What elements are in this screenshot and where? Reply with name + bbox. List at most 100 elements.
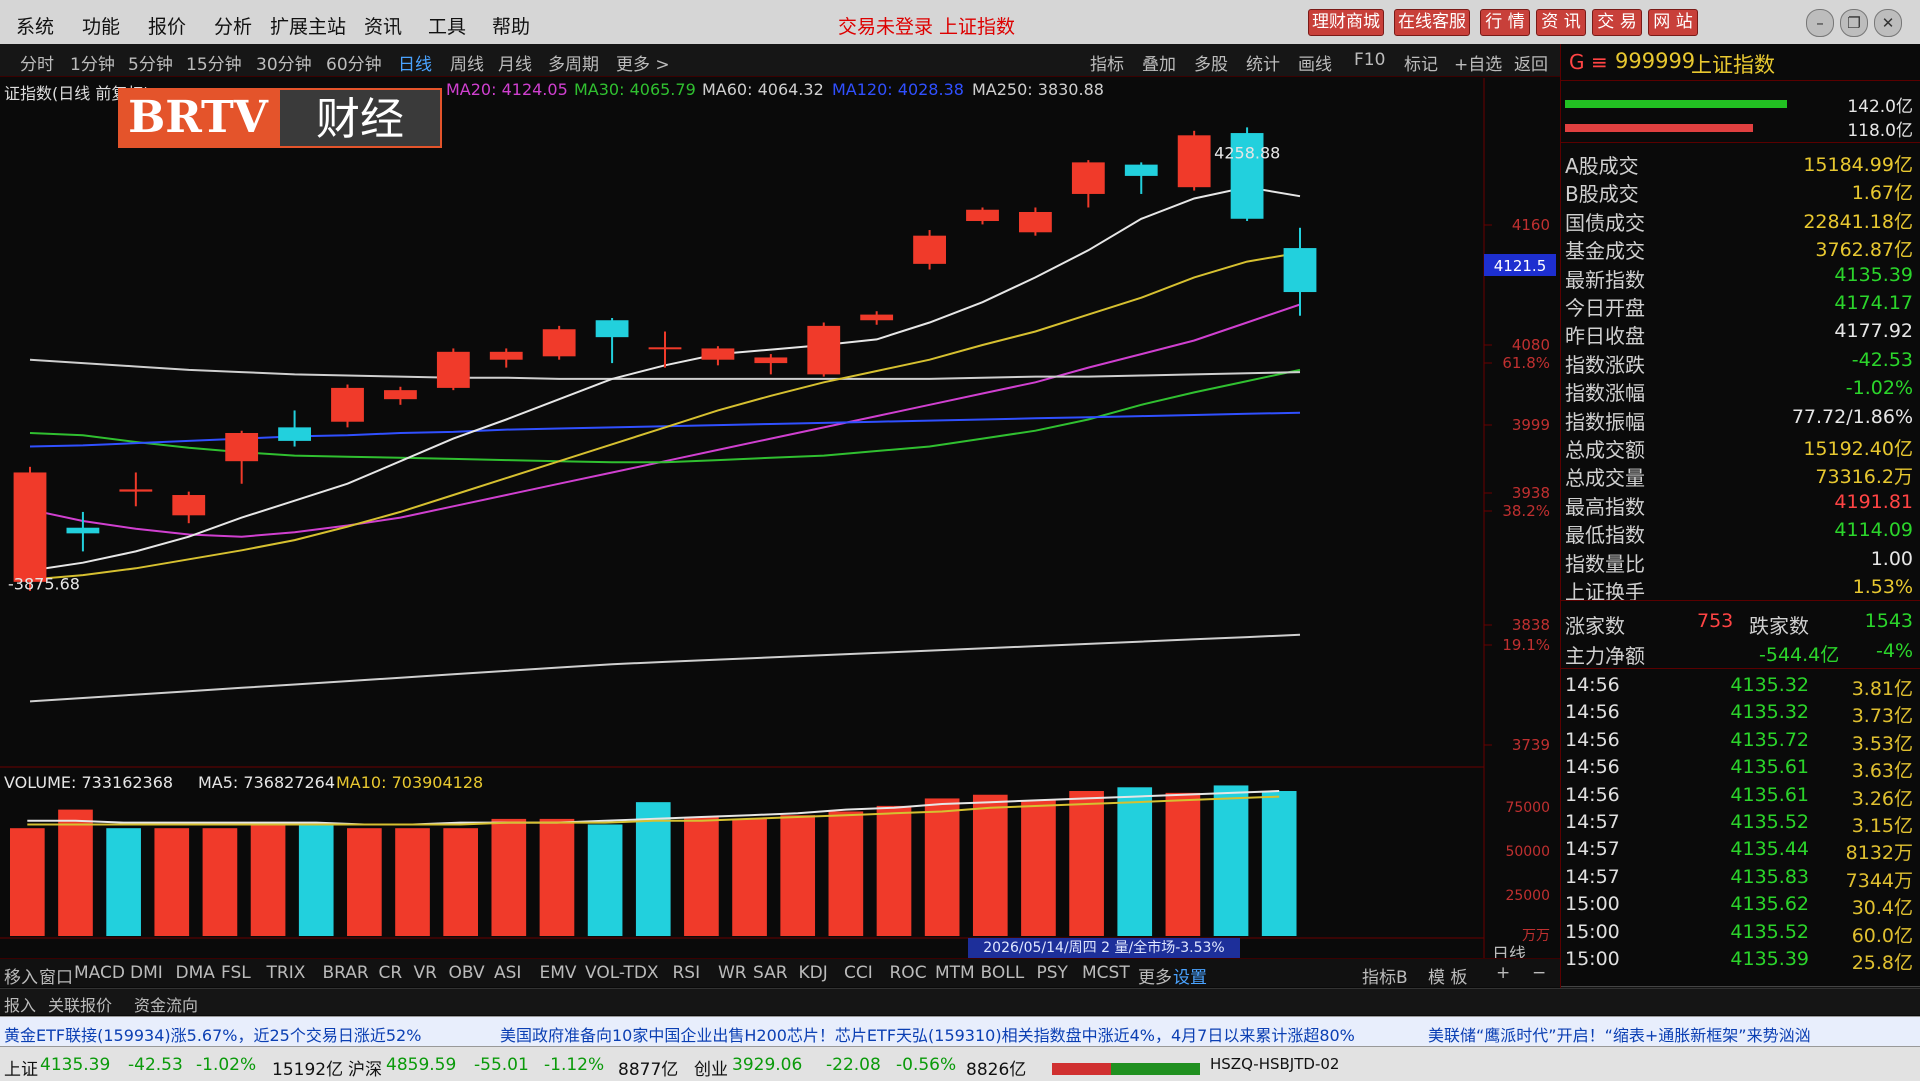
indicator-tab[interactable]: VR bbox=[414, 963, 437, 983]
tool-draw[interactable]: 画线 bbox=[1298, 50, 1332, 75]
indicator-tab[interactable]: ASI bbox=[494, 963, 521, 983]
tab-related-quotes[interactable]: 关联报价 bbox=[48, 992, 112, 1016]
volume-bar bbox=[1213, 785, 1249, 936]
indicator-tab[interactable]: 设置 bbox=[1173, 963, 1207, 988]
period-1min[interactable]: 1分钟 bbox=[70, 50, 115, 75]
indicator-tab[interactable]: OBV bbox=[449, 963, 485, 983]
market-button[interactable]: 行 情 bbox=[1480, 9, 1530, 36]
tool-back[interactable]: 返回 bbox=[1514, 50, 1548, 75]
tick-row: 14:57 4135.52 3.15亿 bbox=[1561, 811, 1920, 837]
indicator-tab[interactable]: WR bbox=[718, 963, 747, 983]
indicator-tab[interactable]: FSL bbox=[221, 963, 251, 983]
tool-indicator[interactable]: 指标 bbox=[1090, 50, 1124, 75]
minimize-icon[interactable]: – bbox=[1806, 9, 1834, 37]
tick-price: 4135.39 bbox=[1730, 948, 1809, 970]
indicator-tab[interactable]: PSY bbox=[1037, 963, 1068, 983]
menu-icon[interactable]: ≡ bbox=[1591, 50, 1608, 74]
indicator-tool[interactable]: 指标B bbox=[1362, 963, 1408, 988]
tick-row: 14:56 4135.72 3.53亿 bbox=[1561, 729, 1920, 755]
indicator-tool[interactable]: − bbox=[1532, 963, 1546, 983]
tab-fund-flow[interactable]: 资金流向 bbox=[134, 992, 198, 1016]
period-15min[interactable]: 15分钟 bbox=[186, 50, 242, 75]
info-button[interactable]: 资 讯 bbox=[1536, 9, 1586, 36]
indicator-tab[interactable]: BRAR bbox=[323, 963, 369, 983]
period-monthly[interactable]: 月线 bbox=[498, 50, 532, 75]
tick-amount: 3.26亿 bbox=[1851, 787, 1913, 810]
menu-analysis[interactable]: 分析 bbox=[214, 12, 252, 39]
ticker-item[interactable]: 美联储“鹰派时代”开启！“缩表+通胀新框架”来势汹汹 bbox=[1428, 1022, 1811, 1046]
period-30min[interactable]: 30分钟 bbox=[256, 50, 312, 75]
volume-bar bbox=[684, 817, 719, 936]
ticker-item[interactable]: 美国政府准备向10家中国企业出售H200芯片！芯片ETF天弘(159310)相关… bbox=[500, 1022, 1355, 1046]
up-count: 753 bbox=[1697, 610, 1734, 632]
indicator-tab[interactable]: TRIX bbox=[267, 963, 306, 983]
indicator-tab[interactable]: RSI bbox=[673, 963, 701, 983]
indicator-tab[interactable]: MCST bbox=[1082, 963, 1130, 983]
period-60min[interactable]: 60分钟 bbox=[326, 50, 382, 75]
indicator-tab[interactable]: 窗口 bbox=[39, 963, 73, 988]
trade-button[interactable]: 交 易 bbox=[1592, 9, 1642, 36]
tool-overlay[interactable]: 叠加 bbox=[1142, 50, 1176, 75]
tool-multistock[interactable]: 多股 bbox=[1194, 50, 1228, 75]
tick-time: 14:57 bbox=[1565, 865, 1620, 888]
news-ticker[interactable]: 黄金ETF联接(159934)涨5.67%，近25个交易日涨近52% 美国政府准… bbox=[0, 1016, 1920, 1047]
period-intraday[interactable]: 分时 bbox=[20, 50, 54, 75]
online-service-button[interactable]: 在线客服 bbox=[1394, 9, 1470, 36]
tool-stats[interactable]: 统计 bbox=[1246, 50, 1280, 75]
down-count-label: 跌家数 bbox=[1749, 614, 1809, 638]
indicator-tool[interactable]: + bbox=[1496, 963, 1510, 983]
period-more[interactable]: 更多 > bbox=[616, 50, 670, 75]
indicator-tab[interactable]: CCI bbox=[844, 963, 873, 983]
tab-import[interactable]: 报入 bbox=[4, 992, 36, 1016]
menu-function[interactable]: 功能 bbox=[82, 12, 120, 39]
indicator-tab[interactable]: ROC bbox=[890, 963, 927, 983]
menu-tools[interactable]: 工具 bbox=[428, 12, 466, 39]
indicator-tool[interactable]: 模 板 bbox=[1428, 963, 1467, 988]
indicator-tab[interactable]: 更多 bbox=[1138, 963, 1172, 988]
menu-quote[interactable]: 报价 bbox=[148, 12, 186, 39]
indicator-tab[interactable]: VOL-TDX bbox=[585, 963, 659, 983]
tick-price: 4135.44 bbox=[1730, 838, 1809, 861]
period-5min[interactable]: 5分钟 bbox=[128, 50, 173, 75]
menu-help[interactable]: 帮助 bbox=[492, 12, 530, 39]
tool-f10[interactable]: F10 bbox=[1354, 50, 1385, 70]
period-weekly[interactable]: 周线 bbox=[450, 50, 484, 75]
volume-axis-tick: 75000 bbox=[1505, 800, 1550, 816]
tool-add-watch[interactable]: +自选 bbox=[1454, 50, 1502, 75]
wealth-mall-button[interactable]: 理财商城 bbox=[1308, 9, 1384, 36]
price-chart[interactable]: 4160 408061.8% 3999 393838.2% 3838 19.1% 3739 4… bbox=[0, 78, 1560, 768]
indicator-tab[interactable]: CR bbox=[379, 963, 403, 983]
tick-price: 4135.52 bbox=[1730, 920, 1809, 943]
stat-value: 4174.17 bbox=[1834, 292, 1913, 314]
candle-body bbox=[1177, 135, 1211, 188]
website-button[interactable]: 网 站 bbox=[1648, 9, 1698, 36]
tick-row: 15:00 4135.62 30.4亿 bbox=[1561, 893, 1920, 919]
indicator-tab[interactable]: DMI bbox=[130, 963, 163, 983]
indicator-tab[interactable]: MTM bbox=[935, 963, 975, 983]
volume-bar bbox=[491, 818, 527, 936]
tool-mark[interactable]: 标记 bbox=[1404, 50, 1438, 75]
close-icon[interactable]: ✕ bbox=[1874, 9, 1902, 37]
restore-icon[interactable]: ❐ bbox=[1840, 9, 1868, 37]
period-daily[interactable]: 日线 bbox=[398, 50, 432, 75]
volume-axis-tick: 万万 bbox=[1522, 928, 1550, 944]
tick-amount: 3.63亿 bbox=[1851, 760, 1913, 783]
ticker-item[interactable]: 黄金ETF联接(159934)涨5.67%，近25个交易日涨近52% bbox=[4, 1022, 421, 1046]
menu-news[interactable]: 资讯 bbox=[364, 12, 402, 39]
indicator-tab[interactable]: EMV bbox=[540, 963, 577, 983]
tick-time: 14:57 bbox=[1565, 838, 1620, 861]
menu-system[interactable]: 系统 bbox=[16, 12, 54, 39]
menu-extension[interactable]: 扩展主站 bbox=[270, 12, 346, 39]
indicator-tab[interactable]: KDJ bbox=[799, 963, 828, 983]
indicator-tab[interactable]: SAR bbox=[753, 963, 788, 983]
tick-price: 4135.83 bbox=[1730, 865, 1809, 888]
period-multi[interactable]: 多周期 bbox=[548, 50, 599, 75]
volume-bar bbox=[154, 828, 190, 936]
indicator-tab[interactable]: DMA bbox=[176, 963, 215, 983]
candle-body bbox=[542, 329, 576, 357]
volume-chart[interactable]: 75000 50000 25000 万万 VOLUME: 733162368 MA5:… bbox=[0, 768, 1560, 958]
indicator-tab[interactable]: MACD bbox=[74, 963, 125, 983]
tick-price: 4135.72 bbox=[1730, 728, 1809, 751]
indicator-tab[interactable]: 移入 bbox=[4, 963, 38, 988]
indicator-tab[interactable]: BOLL bbox=[981, 963, 1025, 983]
